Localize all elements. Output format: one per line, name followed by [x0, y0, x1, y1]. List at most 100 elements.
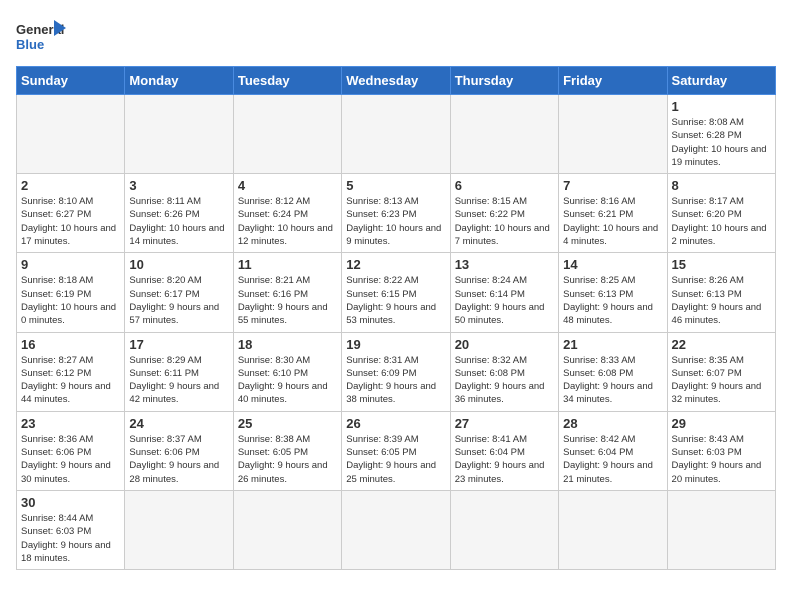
calendar-cell: [667, 490, 775, 569]
calendar-row-3: 16 Sunrise: 8:27 AM Sunset: 6:12 PM Dayli…: [17, 332, 776, 411]
logo: GeneralBlue: [16, 16, 66, 58]
day-info: Sunrise: 8:38 AM Sunset: 6:05 PM Dayligh…: [238, 433, 337, 486]
day-info: Sunrise: 8:20 AM Sunset: 6:17 PM Dayligh…: [129, 274, 228, 327]
day-number: 26: [346, 416, 445, 431]
calendar-cell: 21 Sunrise: 8:33 AM Sunset: 6:08 PM Dayli…: [559, 332, 667, 411]
day-info: Sunrise: 8:30 AM Sunset: 6:10 PM Dayligh…: [238, 354, 337, 407]
calendar-cell: 25 Sunrise: 8:38 AM Sunset: 6:05 PM Dayli…: [233, 411, 341, 490]
day-info: Sunrise: 8:32 AM Sunset: 6:08 PM Dayligh…: [455, 354, 554, 407]
weekday-header-saturday: Saturday: [667, 67, 775, 95]
day-number: 30: [21, 495, 120, 510]
svg-text:Blue: Blue: [16, 37, 44, 52]
calendar-cell: 15 Sunrise: 8:26 AM Sunset: 6:13 PM Dayli…: [667, 253, 775, 332]
day-info: Sunrise: 8:17 AM Sunset: 6:20 PM Dayligh…: [672, 195, 771, 248]
calendar-cell: 4 Sunrise: 8:12 AM Sunset: 6:24 PM Daylig…: [233, 174, 341, 253]
calendar-cell: 27 Sunrise: 8:41 AM Sunset: 6:04 PM Dayli…: [450, 411, 558, 490]
calendar-cell: 9Sunrise: 8:18 AM Sunset: 6:19 PM Daylig…: [17, 253, 125, 332]
day-number: 17: [129, 337, 228, 352]
day-number: 28: [563, 416, 662, 431]
calendar-cell: 29 Sunrise: 8:43 AM Sunset: 6:03 PM Dayli…: [667, 411, 775, 490]
day-number: 1: [672, 99, 771, 114]
day-number: 10: [129, 257, 228, 272]
calendar-row-1: 2 Sunrise: 8:10 AM Sunset: 6:27 PM Daylig…: [17, 174, 776, 253]
day-number: 11: [238, 257, 337, 272]
calendar-cell: [559, 490, 667, 569]
day-number: 16: [21, 337, 120, 352]
day-number: 2: [21, 178, 120, 193]
calendar-cell: 28Sunrise: 8:42 AM Sunset: 6:04 PM Dayli…: [559, 411, 667, 490]
day-number: 22: [672, 337, 771, 352]
day-number: 4: [238, 178, 337, 193]
day-info: Sunrise: 8:27 AM Sunset: 6:12 PM Dayligh…: [21, 354, 120, 407]
day-info: Sunrise: 8:26 AM Sunset: 6:13 PM Dayligh…: [672, 274, 771, 327]
calendar-cell: [559, 95, 667, 174]
day-info: Sunrise: 8:13 AM Sunset: 6:23 PM Dayligh…: [346, 195, 445, 248]
day-number: 6: [455, 178, 554, 193]
weekday-header-sunday: Sunday: [17, 67, 125, 95]
day-number: 5: [346, 178, 445, 193]
day-number: 27: [455, 416, 554, 431]
day-number: 3: [129, 178, 228, 193]
calendar-cell: [450, 490, 558, 569]
calendar-cell: 22 Sunrise: 8:35 AM Sunset: 6:07 PM Dayli…: [667, 332, 775, 411]
day-number: 15: [672, 257, 771, 272]
calendar-row-0: 1 Sunrise: 8:08 AM Sunset: 6:28 PM Daylig…: [17, 95, 776, 174]
day-info: Sunrise: 8:25 AM Sunset: 6:13 PM Dayligh…: [563, 274, 662, 327]
day-number: 8: [672, 178, 771, 193]
day-info: Sunrise: 8:36 AM Sunset: 6:06 PM Dayligh…: [21, 433, 120, 486]
day-number: 25: [238, 416, 337, 431]
day-number: 29: [672, 416, 771, 431]
calendar-cell: 2 Sunrise: 8:10 AM Sunset: 6:27 PM Daylig…: [17, 174, 125, 253]
calendar-cell: [125, 95, 233, 174]
calendar-cell: 5 Sunrise: 8:13 AM Sunset: 6:23 PM Daylig…: [342, 174, 450, 253]
calendar-cell: 13Sunrise: 8:24 AM Sunset: 6:14 PM Dayli…: [450, 253, 558, 332]
day-info: Sunrise: 8:11 AM Sunset: 6:26 PM Dayligh…: [129, 195, 228, 248]
calendar-cell: 23 Sunrise: 8:36 AM Sunset: 6:06 PM Dayli…: [17, 411, 125, 490]
calendar-cell: 18 Sunrise: 8:30 AM Sunset: 6:10 PM Dayli…: [233, 332, 341, 411]
calendar-cell: 1 Sunrise: 8:08 AM Sunset: 6:28 PM Daylig…: [667, 95, 775, 174]
calendar-cell: [17, 95, 125, 174]
day-number: 24: [129, 416, 228, 431]
calendar-cell: 8 Sunrise: 8:17 AM Sunset: 6:20 PM Daylig…: [667, 174, 775, 253]
day-number: 18: [238, 337, 337, 352]
day-number: 7: [563, 178, 662, 193]
weekday-header-tuesday: Tuesday: [233, 67, 341, 95]
day-info: Sunrise: 8:43 AM Sunset: 6:03 PM Dayligh…: [672, 433, 771, 486]
day-info: Sunrise: 8:12 AM Sunset: 6:24 PM Dayligh…: [238, 195, 337, 248]
day-info: Sunrise: 8:24 AM Sunset: 6:14 PM Dayligh…: [455, 274, 554, 327]
day-info: Sunrise: 8:39 AM Sunset: 6:05 PM Dayligh…: [346, 433, 445, 486]
day-number: 23: [21, 416, 120, 431]
calendar-cell: 7 Sunrise: 8:16 AM Sunset: 6:21 PM Daylig…: [559, 174, 667, 253]
calendar-cell: [342, 490, 450, 569]
calendar-cell: 10 Sunrise: 8:20 AM Sunset: 6:17 PM Dayli…: [125, 253, 233, 332]
calendar-cell: 26 Sunrise: 8:39 AM Sunset: 6:05 PM Dayli…: [342, 411, 450, 490]
calendar-cell: 19Sunrise: 8:31 AM Sunset: 6:09 PM Dayli…: [342, 332, 450, 411]
day-info: Sunrise: 8:33 AM Sunset: 6:08 PM Dayligh…: [563, 354, 662, 407]
calendar-cell: 30 Sunrise: 8:44 AM Sunset: 6:03 PM Dayli…: [17, 490, 125, 569]
day-info: Sunrise: 8:10 AM Sunset: 6:27 PM Dayligh…: [21, 195, 120, 248]
calendar-cell: 6Sunrise: 8:15 AM Sunset: 6:22 PM Daylig…: [450, 174, 558, 253]
calendar-cell: 11 Sunrise: 8:21 AM Sunset: 6:16 PM Dayli…: [233, 253, 341, 332]
calendar-cell: 16 Sunrise: 8:27 AM Sunset: 6:12 PM Dayli…: [17, 332, 125, 411]
day-info: Sunrise: 8:37 AM Sunset: 6:06 PM Dayligh…: [129, 433, 228, 486]
day-number: 21: [563, 337, 662, 352]
logo-svg: GeneralBlue: [16, 16, 66, 58]
day-info: Sunrise: 8:41 AM Sunset: 6:04 PM Dayligh…: [455, 433, 554, 486]
header: GeneralBlue: [16, 16, 776, 58]
calendar-cell: [233, 95, 341, 174]
weekday-header-wednesday: Wednesday: [342, 67, 450, 95]
weekday-header-thursday: Thursday: [450, 67, 558, 95]
day-info: Sunrise: 8:08 AM Sunset: 6:28 PM Dayligh…: [672, 116, 771, 169]
calendar-row-2: 9Sunrise: 8:18 AM Sunset: 6:19 PM Daylig…: [17, 253, 776, 332]
day-info: Sunrise: 8:35 AM Sunset: 6:07 PM Dayligh…: [672, 354, 771, 407]
day-info: Sunrise: 8:44 AM Sunset: 6:03 PM Dayligh…: [21, 512, 120, 565]
calendar-cell: 14Sunrise: 8:25 AM Sunset: 6:13 PM Dayli…: [559, 253, 667, 332]
calendar-cell: 3 Sunrise: 8:11 AM Sunset: 6:26 PM Daylig…: [125, 174, 233, 253]
calendar-cell: [450, 95, 558, 174]
calendar-cell: 24 Sunrise: 8:37 AM Sunset: 6:06 PM Dayli…: [125, 411, 233, 490]
day-info: Sunrise: 8:16 AM Sunset: 6:21 PM Dayligh…: [563, 195, 662, 248]
day-info: Sunrise: 8:21 AM Sunset: 6:16 PM Dayligh…: [238, 274, 337, 327]
day-number: 19: [346, 337, 445, 352]
day-number: 20: [455, 337, 554, 352]
calendar-cell: 12Sunrise: 8:22 AM Sunset: 6:15 PM Dayli…: [342, 253, 450, 332]
